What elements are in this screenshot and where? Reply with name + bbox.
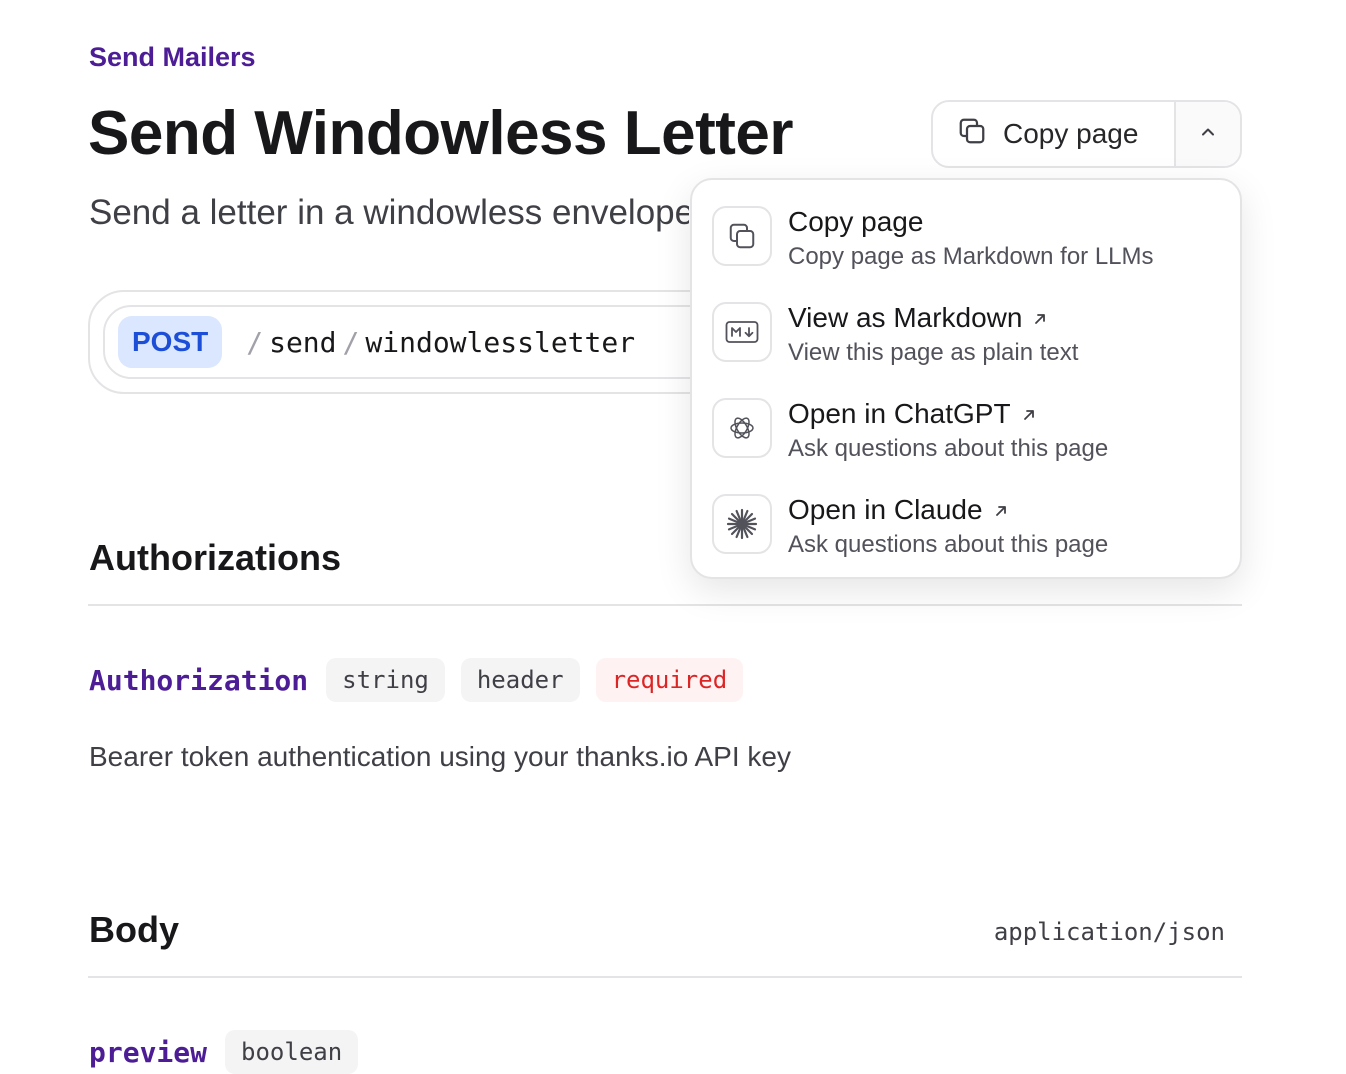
external-link-icon <box>1021 396 1037 432</box>
path-separator: / <box>342 325 360 359</box>
path-segment: windowlessletter <box>365 325 636 359</box>
copy-page-label: Copy page <box>1003 118 1139 149</box>
menu-item-open-chatgpt[interactable]: Open in ChatGPT Ask questions about this… <box>692 396 1240 492</box>
endpoint-inner[interactable]: POST / send / windowlessletter <box>103 305 750 379</box>
menu-item-text: Open in ChatGPT Ask questions about this… <box>788 396 1108 466</box>
divider <box>88 976 1242 978</box>
menu-item-text: Open in Claude Ask questions about this … <box>788 492 1108 562</box>
content-type-label: application/json <box>993 918 1225 946</box>
copy-icon <box>712 206 772 266</box>
type-badge: string <box>326 658 445 702</box>
param-name[interactable]: Authorization <box>89 664 308 697</box>
menu-item-subtitle: View this page as plain text <box>788 339 1079 366</box>
claude-icon <box>712 494 772 554</box>
copy-icon <box>957 116 987 153</box>
menu-item-title: Open in Claude <box>788 492 1108 528</box>
required-badge: required <box>595 658 744 702</box>
location-badge: header <box>460 658 580 702</box>
menu-item-copy-page[interactable]: Copy page Copy page as Markdown for LLMs <box>692 204 1240 300</box>
menu-item-open-claude[interactable]: Open in Claude Ask questions about this … <box>692 492 1240 588</box>
path-segment: send <box>269 325 337 359</box>
menu-item-subtitle: Ask questions about this page <box>788 435 1109 462</box>
method-badge: POST <box>118 316 223 368</box>
authorizations-heading: Authorizations <box>89 537 341 578</box>
menu-item-text: Copy page Copy page as Markdown for LLMs <box>788 204 1154 274</box>
menu-item-view-markdown[interactable]: View as Markdown View this page as plain… <box>692 300 1240 396</box>
page-title: Send Windowless Letter <box>88 99 794 168</box>
body-heading: Body <box>89 909 179 950</box>
copy-page-button-group: Copy page <box>931 100 1242 168</box>
copy-options-dropdown: Copy page Copy page as Markdown for LLMs… <box>690 178 1242 579</box>
chevron-up-icon <box>1198 122 1218 147</box>
param-name[interactable]: preview <box>89 1036 207 1069</box>
param-description: Bearer token authentication using your t… <box>89 741 791 772</box>
divider <box>88 604 1242 606</box>
type-badge: boolean <box>225 1030 359 1074</box>
menu-item-subtitle: Copy page as Markdown for LLMs <box>788 243 1154 270</box>
param-row-authorization: Authorization string header required <box>89 658 744 702</box>
menu-item-title: Open in ChatGPT <box>788 396 1108 432</box>
breadcrumb[interactable]: Send Mailers <box>89 42 256 73</box>
page-subtitle: Send a letter in a windowless envelope <box>89 193 689 232</box>
markdown-icon <box>712 302 772 362</box>
external-link-icon <box>993 492 1009 528</box>
endpoint-bar: POST / send / windowlessletter <box>88 290 750 394</box>
endpoint-path: / send / windowlessletter <box>240 326 635 359</box>
menu-item-subtitle: Ask questions about this page <box>788 531 1109 558</box>
chatgpt-icon <box>712 398 772 458</box>
menu-item-text: View as Markdown View this page as plain… <box>788 300 1078 370</box>
menu-item-title: View as Markdown <box>788 300 1078 336</box>
copy-page-button[interactable]: Copy page <box>933 102 1176 166</box>
menu-item-title: Copy page <box>788 206 924 237</box>
param-row-preview: preview boolean <box>89 1030 359 1074</box>
external-link-icon <box>1032 300 1048 336</box>
path-separator: / <box>246 325 264 359</box>
copy-options-toggle[interactable] <box>1176 102 1240 166</box>
